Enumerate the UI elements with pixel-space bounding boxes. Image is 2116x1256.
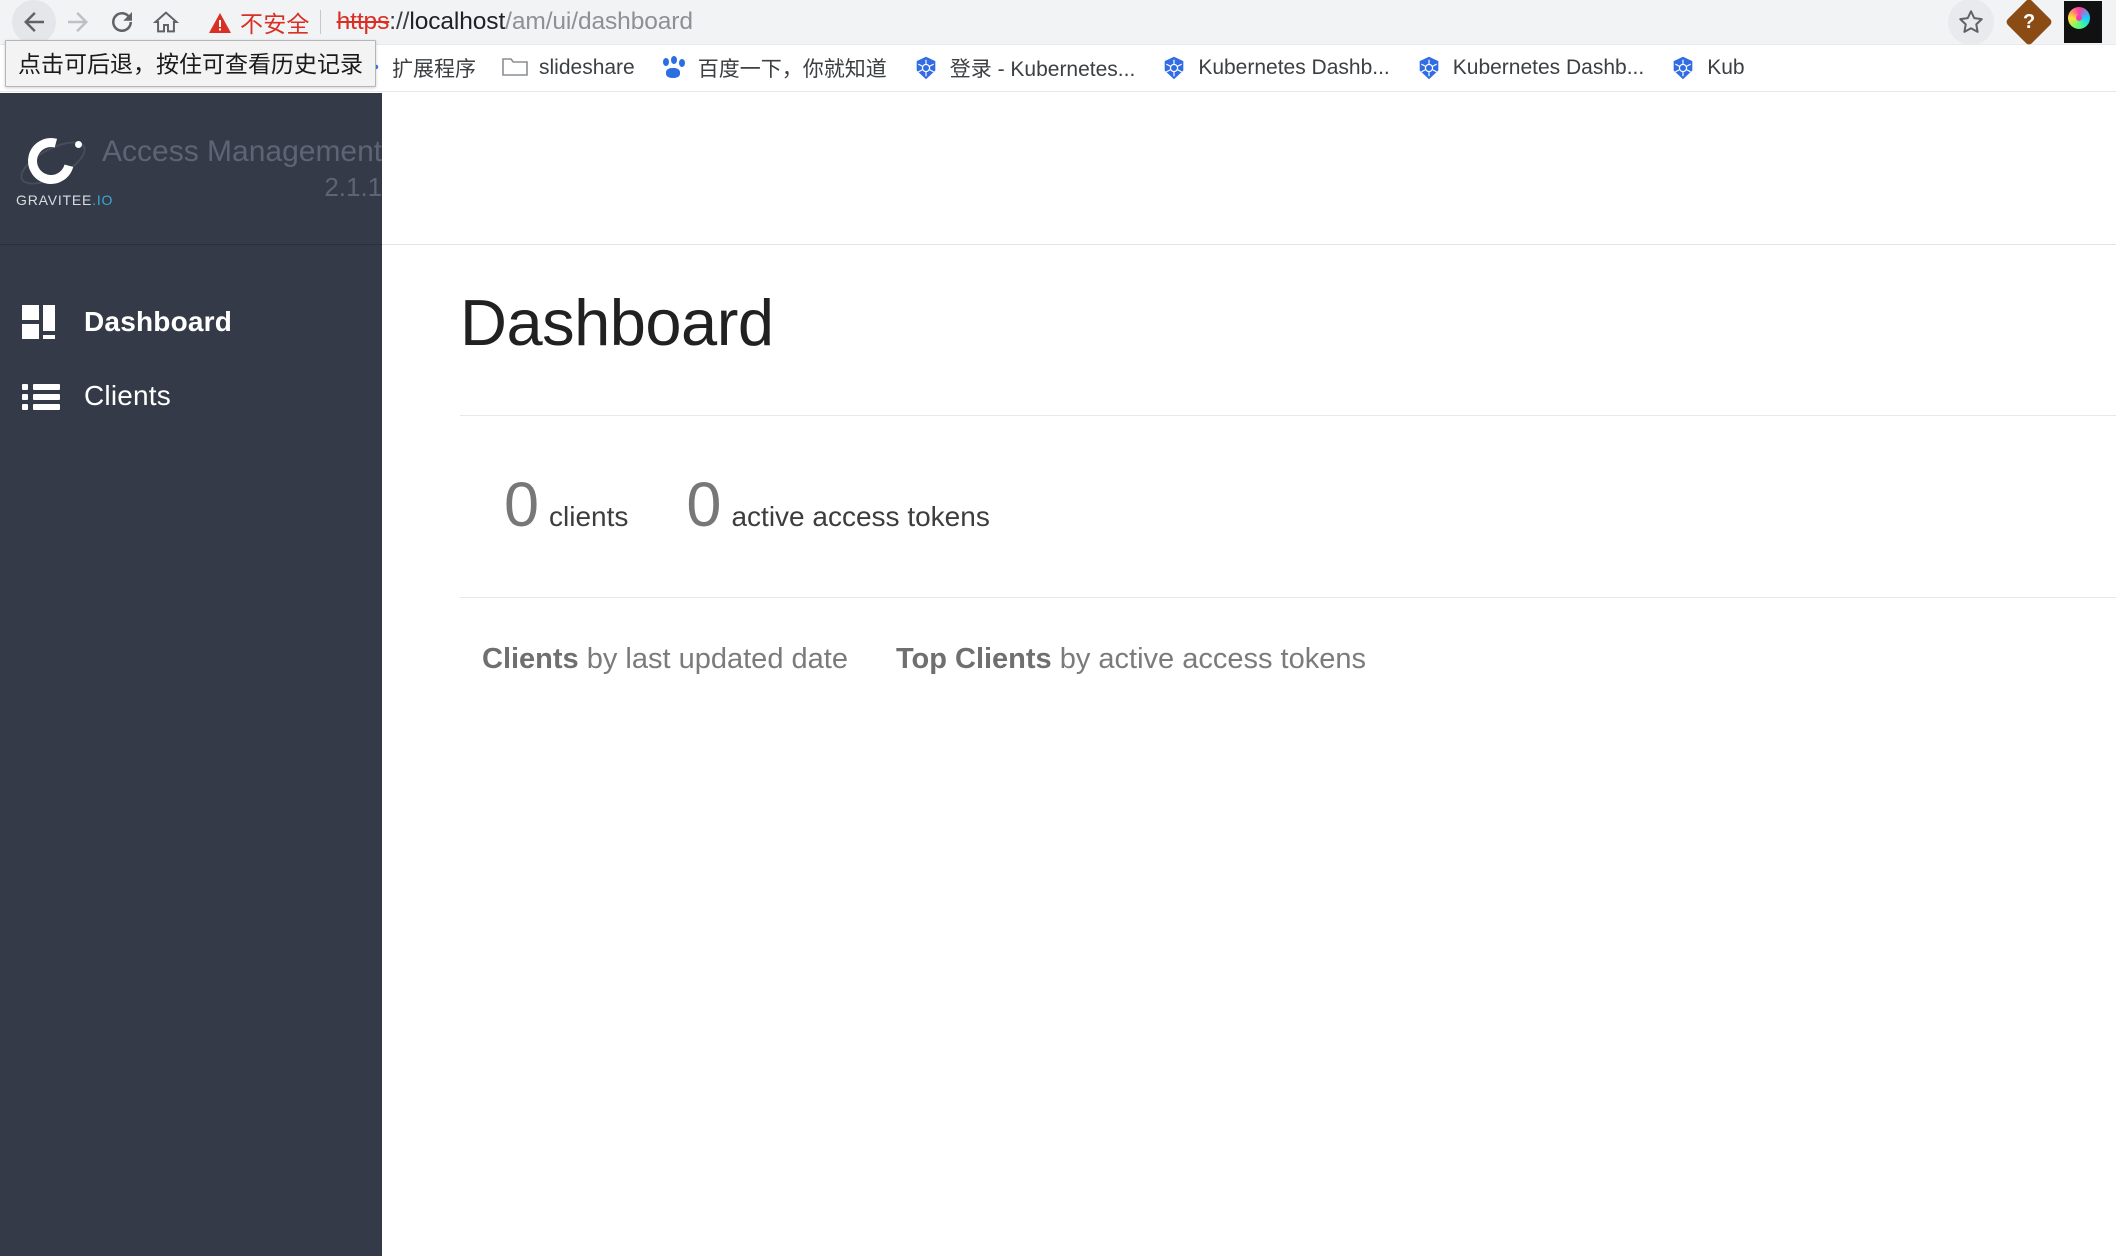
bookmark-star-button[interactable] xyxy=(1948,0,1994,45)
stats-row: 0 clients 0 active access tokens xyxy=(460,416,2116,597)
extension-badge-label: ? xyxy=(2022,11,2036,33)
bookmark-kubernetes-dashboard-1[interactable]: Kubernetes Dashb... xyxy=(1148,50,1402,86)
bookmark-slideshare[interactable]: slideshare xyxy=(489,50,648,86)
reload-button[interactable] xyxy=(100,0,144,44)
sidebar-item-dashboard[interactable]: Dashboard xyxy=(0,285,382,359)
stat-value: 0 xyxy=(686,470,722,540)
toolbar-actions: ? xyxy=(1948,0,2104,47)
brand-word: GRAVITEE xyxy=(16,191,93,208)
kubernetes-icon xyxy=(1670,55,1696,81)
list-icon xyxy=(22,377,60,415)
bookmark-label: Kubernetes Dashb... xyxy=(1198,56,1390,79)
brand-word-accent: .IO xyxy=(92,191,114,208)
home-button[interactable] xyxy=(144,0,188,44)
browser-window: 不安全 https://localhost/am/ui/dashboard ? xyxy=(0,0,2116,1256)
sidebar-item-clients[interactable]: Clients xyxy=(0,359,382,433)
main-body: Dashboard 0 clients 0 active access toke… xyxy=(382,245,2116,676)
security-label: 不安全 xyxy=(240,11,310,37)
url-host: localhost xyxy=(409,8,506,35)
section-title-rest: by last updated date xyxy=(578,643,848,675)
sections-row: Clients by last updated date Top Clients… xyxy=(460,598,2116,676)
sidebar: GRAVITEE.IO Access Management 2.1.1 Dash… xyxy=(0,93,382,1256)
reload-icon xyxy=(112,12,132,32)
bookmark-kubernetes-dashboard-3[interactable]: Kub xyxy=(1657,50,1757,86)
url-scheme: https xyxy=(336,8,390,35)
back-button[interactable] xyxy=(12,0,56,44)
section-top-clients-by-tokens: Top Clients by active access tokens xyxy=(896,643,1366,676)
page-title: Dashboard xyxy=(460,286,774,359)
gravitee-logo-icon: GRAVITEE.IO xyxy=(14,129,112,208)
bookmark-kubernetes-dashboard-2[interactable]: Kubernetes Dashb... xyxy=(1403,50,1657,86)
bookmark-label: 登录 - Kubernetes... xyxy=(949,58,1136,81)
stat-label: active access tokens xyxy=(731,501,990,532)
section-title-strong: Clients xyxy=(482,643,579,675)
section-title-rest: by active access tokens xyxy=(1051,643,1367,675)
toolbar-divider xyxy=(319,10,321,34)
kubernetes-icon xyxy=(913,55,939,81)
back-button-tooltip: 点击可后退，按住可查看历史记录 xyxy=(5,40,376,87)
kubernetes-icon xyxy=(1416,55,1442,81)
url-separator: :// xyxy=(389,8,410,35)
forward-arrow-icon xyxy=(68,12,88,32)
section-clients-by-last-updated: Clients by last updated date xyxy=(482,643,848,676)
back-arrow-icon xyxy=(24,12,44,32)
browser-toolbar: 不安全 https://localhost/am/ui/dashboard ? xyxy=(0,0,2116,47)
stat-label: clients xyxy=(549,501,629,532)
sidebar-nav: Dashboard Clients xyxy=(0,245,382,433)
profile-avatar[interactable] xyxy=(2064,1,2102,43)
main-topbar xyxy=(382,93,2116,245)
site-security-indicator[interactable]: 不安全 xyxy=(208,5,310,39)
stat-clients: 0 clients xyxy=(504,474,628,537)
stat-active-access-tokens: 0 active access tokens xyxy=(686,474,989,537)
address-bar[interactable]: https://localhost/am/ui/dashboard xyxy=(337,8,693,36)
dashboard-grid-icon xyxy=(22,303,60,341)
folder-icon xyxy=(502,55,528,81)
home-icon xyxy=(152,11,180,33)
extension-button[interactable]: ? xyxy=(2004,0,2054,47)
bookmark-label: Kub xyxy=(1707,56,1745,79)
main-content: Dashboard 0 clients 0 active access toke… xyxy=(382,93,2116,1256)
bookmark-label: slideshare xyxy=(539,56,635,79)
bookmark-label: 百度一下，你就知道 xyxy=(697,58,887,81)
application-root: GRAVITEE.IO Access Management 2.1.1 Dash… xyxy=(0,93,2116,1256)
star-icon xyxy=(1959,10,1983,33)
bookmark-label: Kubernetes Dashb... xyxy=(1452,56,1645,79)
url-path: /am/ui/dashboard xyxy=(505,8,693,35)
stat-value: 0 xyxy=(504,470,540,540)
app-version: 2.1.1 xyxy=(324,171,383,202)
warning-triangle-icon xyxy=(208,12,231,33)
section-title-strong: Top Clients xyxy=(895,643,1052,675)
forward-button[interactable] xyxy=(56,0,100,44)
baidu-paw-icon xyxy=(661,55,687,81)
app-name: Access Management xyxy=(102,135,383,169)
bookmark-kubernetes-login[interactable]: 登录 - Kubernetes... xyxy=(900,48,1149,88)
sidebar-header[interactable]: GRAVITEE.IO Access Management 2.1.1 xyxy=(0,93,382,245)
sidebar-item-label: Dashboard xyxy=(84,306,233,337)
sidebar-item-label: Clients xyxy=(84,380,171,411)
kubernetes-icon xyxy=(1161,55,1187,81)
bookmark-label: 扩展程序 xyxy=(392,58,476,81)
bookmark-baidu[interactable]: 百度一下，你就知道 xyxy=(648,48,900,88)
sidebar-title-block: Access Management 2.1.1 xyxy=(102,135,383,202)
